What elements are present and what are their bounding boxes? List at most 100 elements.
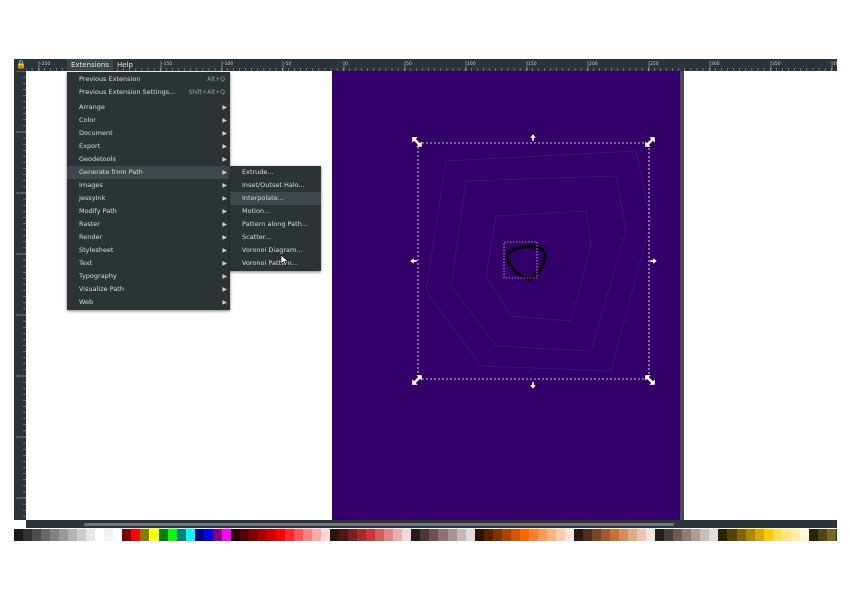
submenu-item-inset-outset-halo[interactable]: Inset/Outset Halo... [230,179,321,192]
menu-item-export[interactable]: Export ▶ [67,140,230,153]
color-swatch[interactable] [68,529,78,541]
color-palette[interactable] [14,529,837,541]
color-swatch[interactable] [483,529,493,541]
color-swatch[interactable] [284,529,294,541]
color-swatch[interactable] [303,529,313,541]
color-swatch[interactable] [745,529,755,541]
color-swatch[interactable] [203,529,213,541]
color-swatch[interactable] [113,529,123,541]
color-swatch[interactable] [673,529,683,541]
color-swatch[interactable] [519,529,529,541]
color-swatch[interactable] [808,529,818,541]
color-swatch[interactable] [546,529,556,541]
color-swatch[interactable] [528,529,538,541]
color-swatch[interactable] [122,529,132,541]
menu-item-color[interactable]: Color ▶ [67,114,230,127]
menu-item-visualize-path[interactable]: Visualize Path ▶ [67,283,230,296]
menu-extensions[interactable]: Extensions [67,59,114,71]
color-swatch[interactable] [212,529,222,541]
color-swatch[interactable] [77,529,87,541]
color-swatch[interactable] [474,529,484,541]
color-swatch[interactable] [628,529,638,541]
color-swatch[interactable] [194,529,204,541]
color-swatch[interactable] [582,529,592,541]
menu-help[interactable]: Help [113,59,137,71]
color-swatch[interactable] [149,529,159,541]
color-swatch[interactable] [221,529,231,541]
color-swatch[interactable] [357,529,367,541]
color-swatch[interactable] [230,529,240,541]
menu-item-previous-extension-settings[interactable]: Previous Extension Settings... Shift+Alt… [67,86,230,99]
color-swatch[interactable] [592,529,602,541]
color-swatch[interactable] [619,529,629,541]
menu-item-geodetools[interactable]: Geodetools ▶ [67,153,230,166]
color-swatch[interactable] [375,529,385,541]
menu-item-text[interactable]: Text ▶ [67,257,230,270]
color-swatch[interactable] [23,529,33,541]
color-swatch[interactable] [339,529,349,541]
submenu-item-scatter[interactable]: Scatter... [230,231,321,244]
horizontal-ruler[interactable]: -250 -150 -100 -50 0 50 100 150 200 250 300 350 400 [26,59,837,71]
color-swatch[interactable] [781,529,791,541]
color-swatch[interactable] [32,529,42,541]
menu-item-previous-extension[interactable]: Previous Extension Alt+Q [67,73,230,86]
color-swatch[interactable] [420,529,430,541]
color-swatch[interactable] [95,529,105,541]
color-swatch[interactable] [646,529,656,541]
color-swatch[interactable] [817,529,827,541]
menu-item-typography[interactable]: Typography ▶ [67,270,230,283]
color-swatch[interactable] [718,529,728,541]
color-swatch[interactable] [447,529,457,541]
color-swatch[interactable] [429,529,439,541]
color-swatch[interactable] [501,529,511,541]
color-swatch[interactable] [330,529,340,541]
color-swatch[interactable] [637,529,647,541]
menu-item-document[interactable]: Document ▶ [67,127,230,140]
color-swatch[interactable] [239,529,249,541]
menu-item-images[interactable]: Images ▶ [67,179,230,192]
color-swatch[interactable] [257,529,267,541]
color-swatch[interactable] [14,529,24,541]
color-swatch[interactable] [366,529,376,541]
color-swatch[interactable] [167,529,177,541]
color-swatch[interactable] [59,529,69,541]
color-swatch[interactable] [610,529,620,541]
color-swatch[interactable] [573,529,583,541]
color-swatch[interactable] [655,529,665,541]
menu-item-render[interactable]: Render ▶ [67,231,230,244]
color-swatch[interactable] [727,529,737,541]
scale-handles[interactable] [409,133,658,390]
color-swatch[interactable] [564,529,574,541]
lock-icon[interactable]: 🔒 [16,60,26,70]
color-swatch[interactable] [754,529,764,541]
color-swatch[interactable] [691,529,701,541]
vertical-ruler[interactable] [14,71,26,520]
color-swatch[interactable] [140,529,150,541]
submenu-item-motion[interactable]: Motion... [230,205,321,218]
submenu-item-extrude[interactable]: Extrude... [230,166,321,179]
color-swatch[interactable] [664,529,674,541]
color-swatch[interactable] [709,529,719,541]
color-swatch[interactable] [799,529,809,541]
color-swatch[interactable] [248,529,258,541]
color-swatch[interactable] [266,529,276,541]
color-swatch[interactable] [393,529,403,541]
color-swatch[interactable] [321,529,331,541]
submenu-item-pattern-along-path[interactable]: Pattern along Path... [230,218,321,231]
color-swatch[interactable] [438,529,448,541]
color-swatch[interactable] [601,529,611,541]
selected-shape[interactable] [506,245,547,281]
color-swatch[interactable] [456,529,466,541]
color-swatch[interactable] [826,529,836,541]
color-swatch[interactable] [537,529,547,541]
menu-item-modify-path[interactable]: Modify Path ▶ [67,205,230,218]
color-swatch[interactable] [402,529,412,541]
color-swatch[interactable] [411,529,421,541]
color-swatch[interactable] [492,529,502,541]
color-swatch[interactable] [465,529,475,541]
color-swatch[interactable] [50,529,60,541]
color-swatch[interactable] [700,529,710,541]
horizontal-scrollbar[interactable] [26,520,837,528]
color-swatch[interactable] [131,529,141,541]
scrollbar-thumb[interactable] [84,523,674,526]
